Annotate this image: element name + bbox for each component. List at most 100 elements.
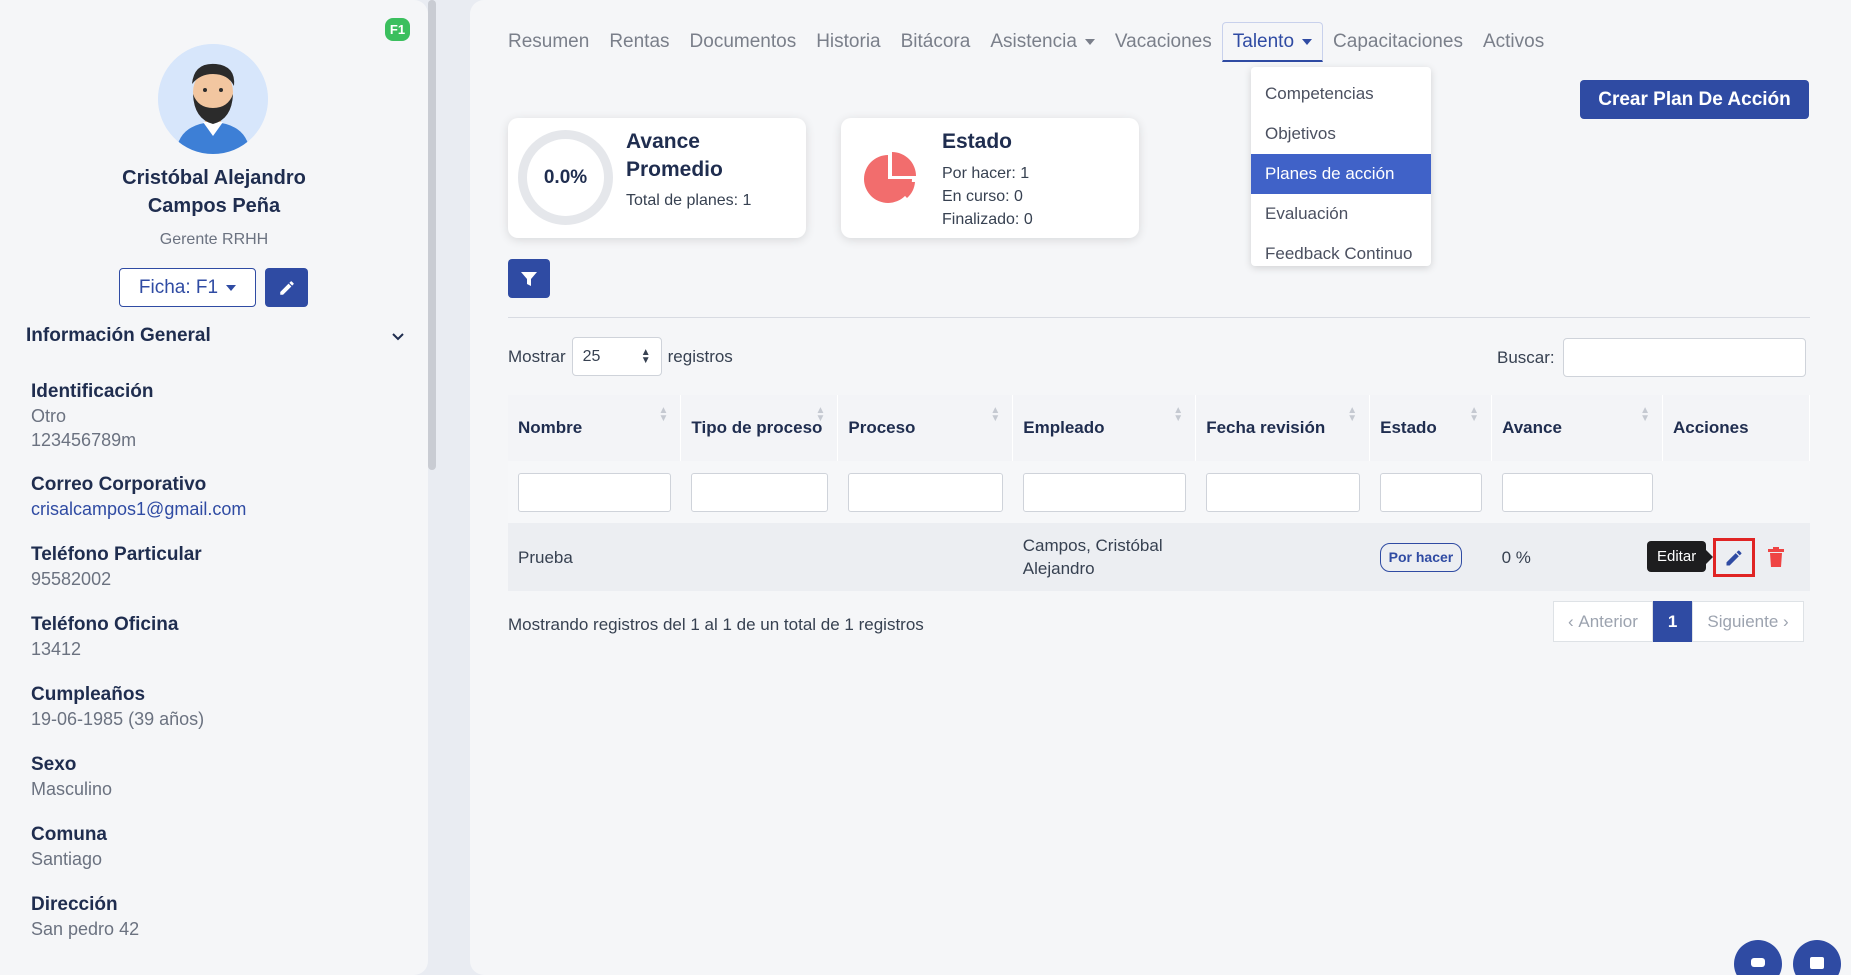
status-todo: Por hacer: 1 [942, 165, 1030, 182]
profile-name: Cristóbal Alejandro Campos Peña [0, 164, 428, 220]
col-header-estado[interactable]: Estado ▲ ▼ [1369, 395, 1493, 461]
delete-row-button[interactable] [1766, 545, 1786, 569]
search-control: Buscar: [1497, 338, 1806, 377]
pie-chart-icon [864, 152, 916, 203]
filter-empleado-input[interactable] [1022, 472, 1186, 512]
profile-sidebar: F1 Cristóbal Alejandro Campos Peña Geren… [0, 0, 428, 975]
profile-name-line1: Cristóbal Alejandro [122, 167, 306, 189]
filter-tipo-input[interactable] [690, 472, 828, 512]
tab-talento[interactable]: Talento [1221, 22, 1324, 62]
filter-proceso-input[interactable] [847, 472, 1003, 512]
tab-capacitaciones[interactable]: Capacitaciones [1323, 22, 1473, 62]
chat-button[interactable] [1734, 940, 1782, 975]
trash-icon [1768, 547, 1784, 567]
menu-item-planes-accion[interactable]: Planes de acción [1251, 154, 1431, 194]
filter-nombre-input[interactable] [518, 472, 671, 512]
info-item-direccion: Dirección San pedro 42 [31, 893, 411, 963]
tab-resumen[interactable]: Resumen [498, 22, 599, 62]
info-item-identificacion: Identificación Otro 123456789m [31, 380, 411, 473]
filter-fecha-input[interactable] [1205, 472, 1360, 512]
divider [508, 317, 1810, 318]
info-item-telefono-oficina: Teléfono Oficina 13412 [31, 613, 411, 683]
header-label: Avance [1502, 418, 1562, 437]
edit-row-button[interactable] [1713, 538, 1755, 577]
tab-vacaciones[interactable]: Vacaciones [1105, 22, 1222, 62]
caret-down-icon [226, 284, 237, 291]
tab-documentos[interactable]: Documentos [680, 22, 807, 62]
chevron-right-icon: › [1778, 611, 1789, 631]
tab-bitacora[interactable]: Bitácora [891, 22, 981, 62]
page-length-value: 25 [582, 347, 601, 365]
messages-button[interactable] [1793, 940, 1841, 975]
ficha-dropdown-button[interactable]: Ficha: F1 [119, 268, 256, 307]
tab-talento-label: Talento [1232, 30, 1295, 52]
table-info-text: Mostrando registros del 1 al 1 de un tot… [508, 615, 924, 634]
search-input[interactable] [1562, 338, 1806, 377]
general-info-toggle[interactable]: Información General [26, 325, 406, 347]
header-label: Estado [1380, 418, 1437, 437]
info-item-cumpleanos: Cumpleaños 19-06-1985 (39 años) [31, 683, 411, 753]
filter-avance-input[interactable] [1501, 472, 1653, 512]
prev-label: Anterior [1578, 611, 1638, 631]
email-link[interactable]: crisalcampos1@gmail.com [31, 497, 411, 521]
info-value: 95582002 [31, 569, 112, 589]
pagination-page-1[interactable]: 1 [1652, 601, 1693, 642]
info-value: 19-06-1985 (39 años) [31, 709, 205, 729]
filter-icon [521, 271, 537, 286]
avatar [158, 44, 268, 154]
col-header-acciones: Acciones [1662, 395, 1810, 461]
tab-asistencia[interactable]: Asistencia [980, 22, 1105, 62]
ficha-badge: F1 [385, 18, 410, 41]
info-value: Otro [31, 406, 67, 426]
menu-item-evaluacion[interactable]: Evaluación [1251, 194, 1431, 234]
create-action-plan-button[interactable]: Crear Plan De Acción [1580, 80, 1809, 119]
edit-profile-button[interactable] [265, 268, 308, 307]
col-header-avance[interactable]: Avance ▲ ▼ [1491, 395, 1663, 461]
header-label: Acciones [1673, 418, 1749, 437]
pagination: ‹ Anterior 1 Siguiente › [1553, 601, 1804, 642]
select-arrows-icon: ▲ ▼ [640, 346, 651, 366]
tab-historia[interactable]: Historia [806, 22, 890, 62]
info-label: Teléfono Oficina [31, 614, 179, 635]
tab-bar: Resumen Rentas Documentos Historia Bitác… [498, 22, 1554, 62]
sidebar-scrollbar[interactable] [428, 0, 436, 470]
col-header-empleado[interactable]: Empleado ▲ ▼ [1012, 395, 1197, 461]
filter-button[interactable] [508, 259, 550, 298]
card-title: Avance Promedio [626, 130, 723, 181]
filter-estado-input[interactable] [1379, 472, 1482, 512]
col-header-tipo[interactable]: Tipo de proceso ▲ ▼ [680, 395, 839, 461]
header-label: Empleado [1023, 418, 1105, 437]
tab-asistencia-label: Asistencia [990, 31, 1077, 52]
tab-rentas[interactable]: Rentas [599, 22, 679, 62]
pagination-next[interactable]: Siguiente › [1692, 601, 1804, 642]
tab-activos[interactable]: Activos [1473, 22, 1554, 62]
message-icon [1810, 957, 1824, 969]
card-title: Estado [942, 130, 1013, 153]
sort-icon: ▲ ▼ [990, 405, 1001, 424]
menu-item-objetivos[interactable]: Objetivos [1251, 114, 1431, 154]
talento-dropdown-menu: Competencias Objetivos Planes de acción … [1251, 67, 1431, 266]
edit-tooltip: Editar [1647, 541, 1714, 572]
col-header-fecha[interactable]: Fecha revisión ▲ ▼ [1195, 395, 1371, 461]
info-label: Cumpleaños [31, 684, 146, 705]
info-label: Correo Corporativo [31, 474, 207, 495]
pagination-prev[interactable]: ‹ Anterior [1553, 601, 1653, 642]
sort-icon: ▲ ▼ [658, 405, 669, 424]
col-header-nombre[interactable]: Nombre ▲ ▼ [508, 395, 682, 461]
menu-item-feedback[interactable]: Feedback Continuo [1251, 234, 1431, 274]
status-in-progress: En curso: 0 [942, 188, 1023, 205]
header-label: Nombre [518, 418, 583, 437]
page-length-select[interactable]: 25 ▲ ▼ [571, 337, 662, 376]
cell-proceso [837, 523, 1013, 591]
info-value: Masculino [31, 779, 113, 799]
info-label: Dirección [31, 894, 118, 915]
menu-item-competencias[interactable]: Competencias [1251, 74, 1431, 114]
table-header-row: Nombre ▲ ▼ Tipo de proceso ▲ ▼ Proceso ▲ ▼ Emp… [508, 395, 1810, 461]
col-header-proceso[interactable]: Proceso ▲ ▼ [837, 395, 1014, 461]
cell-nombre: Prueba [508, 523, 681, 591]
next-label: Siguiente [1707, 611, 1779, 631]
profile-role: Gerente RRHH [159, 231, 269, 248]
general-info-list: Identificación Otro 123456789m Correo Co… [31, 380, 411, 963]
sort-icon: ▲ ▼ [1469, 405, 1480, 424]
header-label: Tipo de proceso [691, 418, 823, 437]
